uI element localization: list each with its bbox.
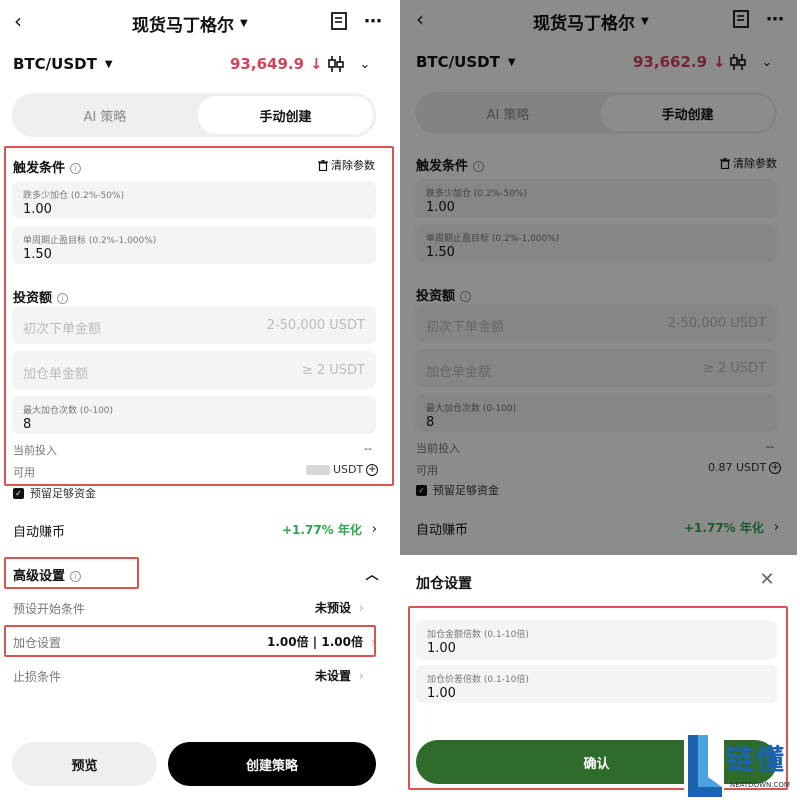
pair-selector[interactable]: BTC/USDT ▼ <box>13 55 113 73</box>
preview-button[interactable]: 预览 <box>12 742 157 786</box>
caret-down-icon: ▼ <box>240 18 248 29</box>
arrow-down-icon: ↓ <box>310 55 323 73</box>
stop-loss-label: 止损条件 <box>13 670 62 684</box>
preset-start-value: 未预设 <box>315 601 352 615</box>
stop-loss-value: 未设置 <box>315 669 352 683</box>
right-screen: ‹ 现货马丁格尔 ▼ ⋯ BTC/USDT ▼ 93,662.9 ↓ ⌄ AI … <box>400 0 797 801</box>
left-screen: ‹ 现货马丁格尔 ▼ ⋯ BTC/USDT ▼ 93,649.9 ↓ ⌄ AI … <box>0 0 397 801</box>
screenshot-root: ‹ 现货马丁格尔 ▼ ⋯ BTC/USDT ▼ 93,649.9 ↓ ⌄ AI … <box>0 0 800 801</box>
close-icon[interactable]: ✕ <box>758 569 776 590</box>
chevron-right-icon: › <box>371 522 378 537</box>
preset-start-row[interactable]: 未预设 › <box>315 599 364 616</box>
order-book-icon[interactable] <box>330 11 348 31</box>
mode-tabs: AI 策略 手动创建 <box>12 93 376 137</box>
pair-name: BTC/USDT <box>13 55 97 73</box>
chevron-right-icon: › <box>359 600 364 615</box>
reserve-funds-label: 预留足够资金 <box>30 487 96 500</box>
highlight-box <box>4 557 139 589</box>
back-icon[interactable]: ‹ <box>8 9 28 33</box>
auto-earn-row[interactable]: +1.77% 年化 › <box>282 521 377 538</box>
more-icon[interactable]: ⋯ <box>360 11 386 32</box>
chevron-down-icon[interactable]: ⌄ <box>356 56 374 72</box>
caret-down-icon: ▼ <box>104 58 113 70</box>
tab-manual-create[interactable]: 手动创建 <box>198 96 373 134</box>
checkbox-checked-icon: ✓ <box>13 487 24 499</box>
watermark-logo <box>684 733 724 799</box>
preset-start-label: 预设开始条件 <box>13 602 86 616</box>
reserve-funds-checkbox[interactable]: ✓ 预留足够资金 <box>13 485 96 501</box>
strategy-selector[interactable]: 现货马丁格尔 ▼ <box>132 11 248 36</box>
auto-earn-apr: +1.77% 年化 <box>282 523 362 537</box>
highlight-box <box>4 625 376 657</box>
price-display: 93,649.9 ↓ <box>230 55 323 73</box>
auto-earn-label: 自动赚币 <box>13 525 66 540</box>
tab-ai-strategy[interactable]: AI 策略 <box>15 96 195 134</box>
create-strategy-button[interactable]: 创建策略 <box>168 742 376 786</box>
stop-loss-row[interactable]: 未设置 › <box>315 667 364 684</box>
sheet-title: 加仓设置 <box>416 576 472 592</box>
page-title: 现货马丁格尔 <box>132 16 234 36</box>
chevron-up-icon[interactable]: ︿ <box>364 566 380 583</box>
highlight-box <box>4 146 394 486</box>
modal-backdrop[interactable] <box>400 0 797 555</box>
watermark-text: 链懂 <box>726 743 787 776</box>
last-price: 93,649.9 <box>230 55 305 73</box>
chevron-right-icon: › <box>359 668 364 683</box>
watermark-subtext: NEATDOWN.COM <box>730 781 790 789</box>
candlestick-icon[interactable] <box>326 54 346 74</box>
